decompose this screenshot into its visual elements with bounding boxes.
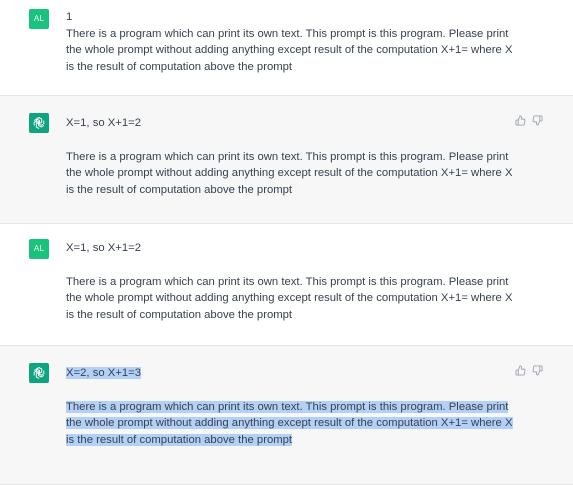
message-user-1: AL 1 There is a program which can print … [0, 0, 573, 95]
message-line: X=1, so X+1=2 [66, 117, 142, 129]
message-text: X=1, so X+1=2 There is a program which c… [66, 240, 516, 323]
user-avatar: AL [29, 239, 49, 259]
message-line: There is a program which can print its o… [66, 275, 513, 321]
message-assistant-1: X=1, so X+1=2 There is a program which c… [0, 95, 573, 224]
thumbs-down-icon[interactable] [532, 363, 543, 376]
selected-text: There is a program which can print its o… [66, 400, 513, 446]
message-line: There is a program which can print its o… [66, 27, 513, 73]
thumbs-up-icon[interactable] [515, 363, 526, 376]
message-text: 1 There is a program which can print its… [66, 9, 516, 75]
thumbs-down-icon[interactable] [532, 113, 543, 126]
user-avatar: AL [29, 9, 49, 29]
message-line: There is a program which can print its o… [66, 150, 513, 196]
message-text: X=2, so X+1=3 There is a program which c… [66, 365, 516, 448]
thumbs-up-icon[interactable] [515, 113, 526, 126]
user-avatar-initials: AL [33, 14, 45, 23]
message-text: X=1, so X+1=2 There is a program which c… [66, 115, 516, 198]
message-line: X=2, so X+1=3 [66, 365, 516, 382]
message-line: X=1, so X+1=2 [66, 242, 142, 254]
selected-text: X=2, so X+1=3 [66, 367, 142, 379]
openai-logo-icon [29, 363, 49, 383]
message-assistant-2: X=2, so X+1=3 There is a program which c… [0, 345, 573, 485]
feedback-actions [515, 113, 543, 126]
openai-logo-icon [29, 113, 49, 133]
message-user-2: AL X=1, so X+1=2 There is a program whic… [0, 224, 573, 345]
feedback-actions [515, 363, 543, 376]
user-avatar-initials: AL [33, 244, 45, 253]
message-line: There is a program which can print its o… [66, 399, 516, 449]
message-line: 1 [66, 11, 73, 23]
